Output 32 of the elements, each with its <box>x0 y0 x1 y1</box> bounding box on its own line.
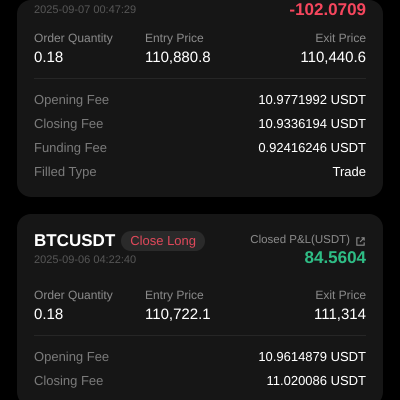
fee-value: 11.020086 USDT <box>266 372 366 390</box>
fee-label: Opening Fee <box>34 348 110 366</box>
fee-value: 0.92416246 USDT <box>258 139 366 158</box>
field-value: 0.18 <box>34 305 64 325</box>
fee-value: 10.9771992 USDT <box>258 91 366 110</box>
external-link-icon[interactable] <box>355 236 366 246</box>
fee-value: 10.9336194 USDT <box>258 115 366 134</box>
field-value: 110,440.6 <box>300 48 366 68</box>
fee-label: Filled Type <box>34 163 97 182</box>
field-label: Exit Price <box>315 287 366 303</box>
field-label: Entry Price <box>145 287 204 303</box>
timestamp: 2025-09-06 04:22:40 <box>34 253 138 267</box>
field-value: 111,314 <box>314 305 366 325</box>
field-label: Order Quantity <box>34 30 113 46</box>
field-label: Entry Price <box>145 30 204 46</box>
symbol-title: BTCUSDT <box>34 231 116 251</box>
field-value: 0.18 <box>34 48 64 68</box>
fee-value: 10.9614879 USDT <box>258 348 366 366</box>
field-label: Exit Price <box>315 30 366 46</box>
pnl-value: 84.5604 <box>304 248 366 268</box>
pnl-value: -102.0709 <box>289 0 366 20</box>
fee-value: Trade <box>332 163 366 182</box>
timestamp: 2025-09-07 00:47:29 <box>34 3 136 17</box>
field-label: Order Quantity <box>34 287 113 303</box>
field-value: 110,880.8 <box>145 48 211 68</box>
side-tag: Close Long <box>121 231 205 251</box>
field-value: 110,722.1 <box>145 305 211 325</box>
fee-label: Funding Fee <box>34 139 107 158</box>
fee-label: Closing Fee <box>34 115 104 134</box>
fee-label: Closing Fee <box>34 372 104 390</box>
pnl-label: Closed P&L(USDT) <box>250 233 350 248</box>
fee-label: Opening Fee <box>34 91 110 110</box>
